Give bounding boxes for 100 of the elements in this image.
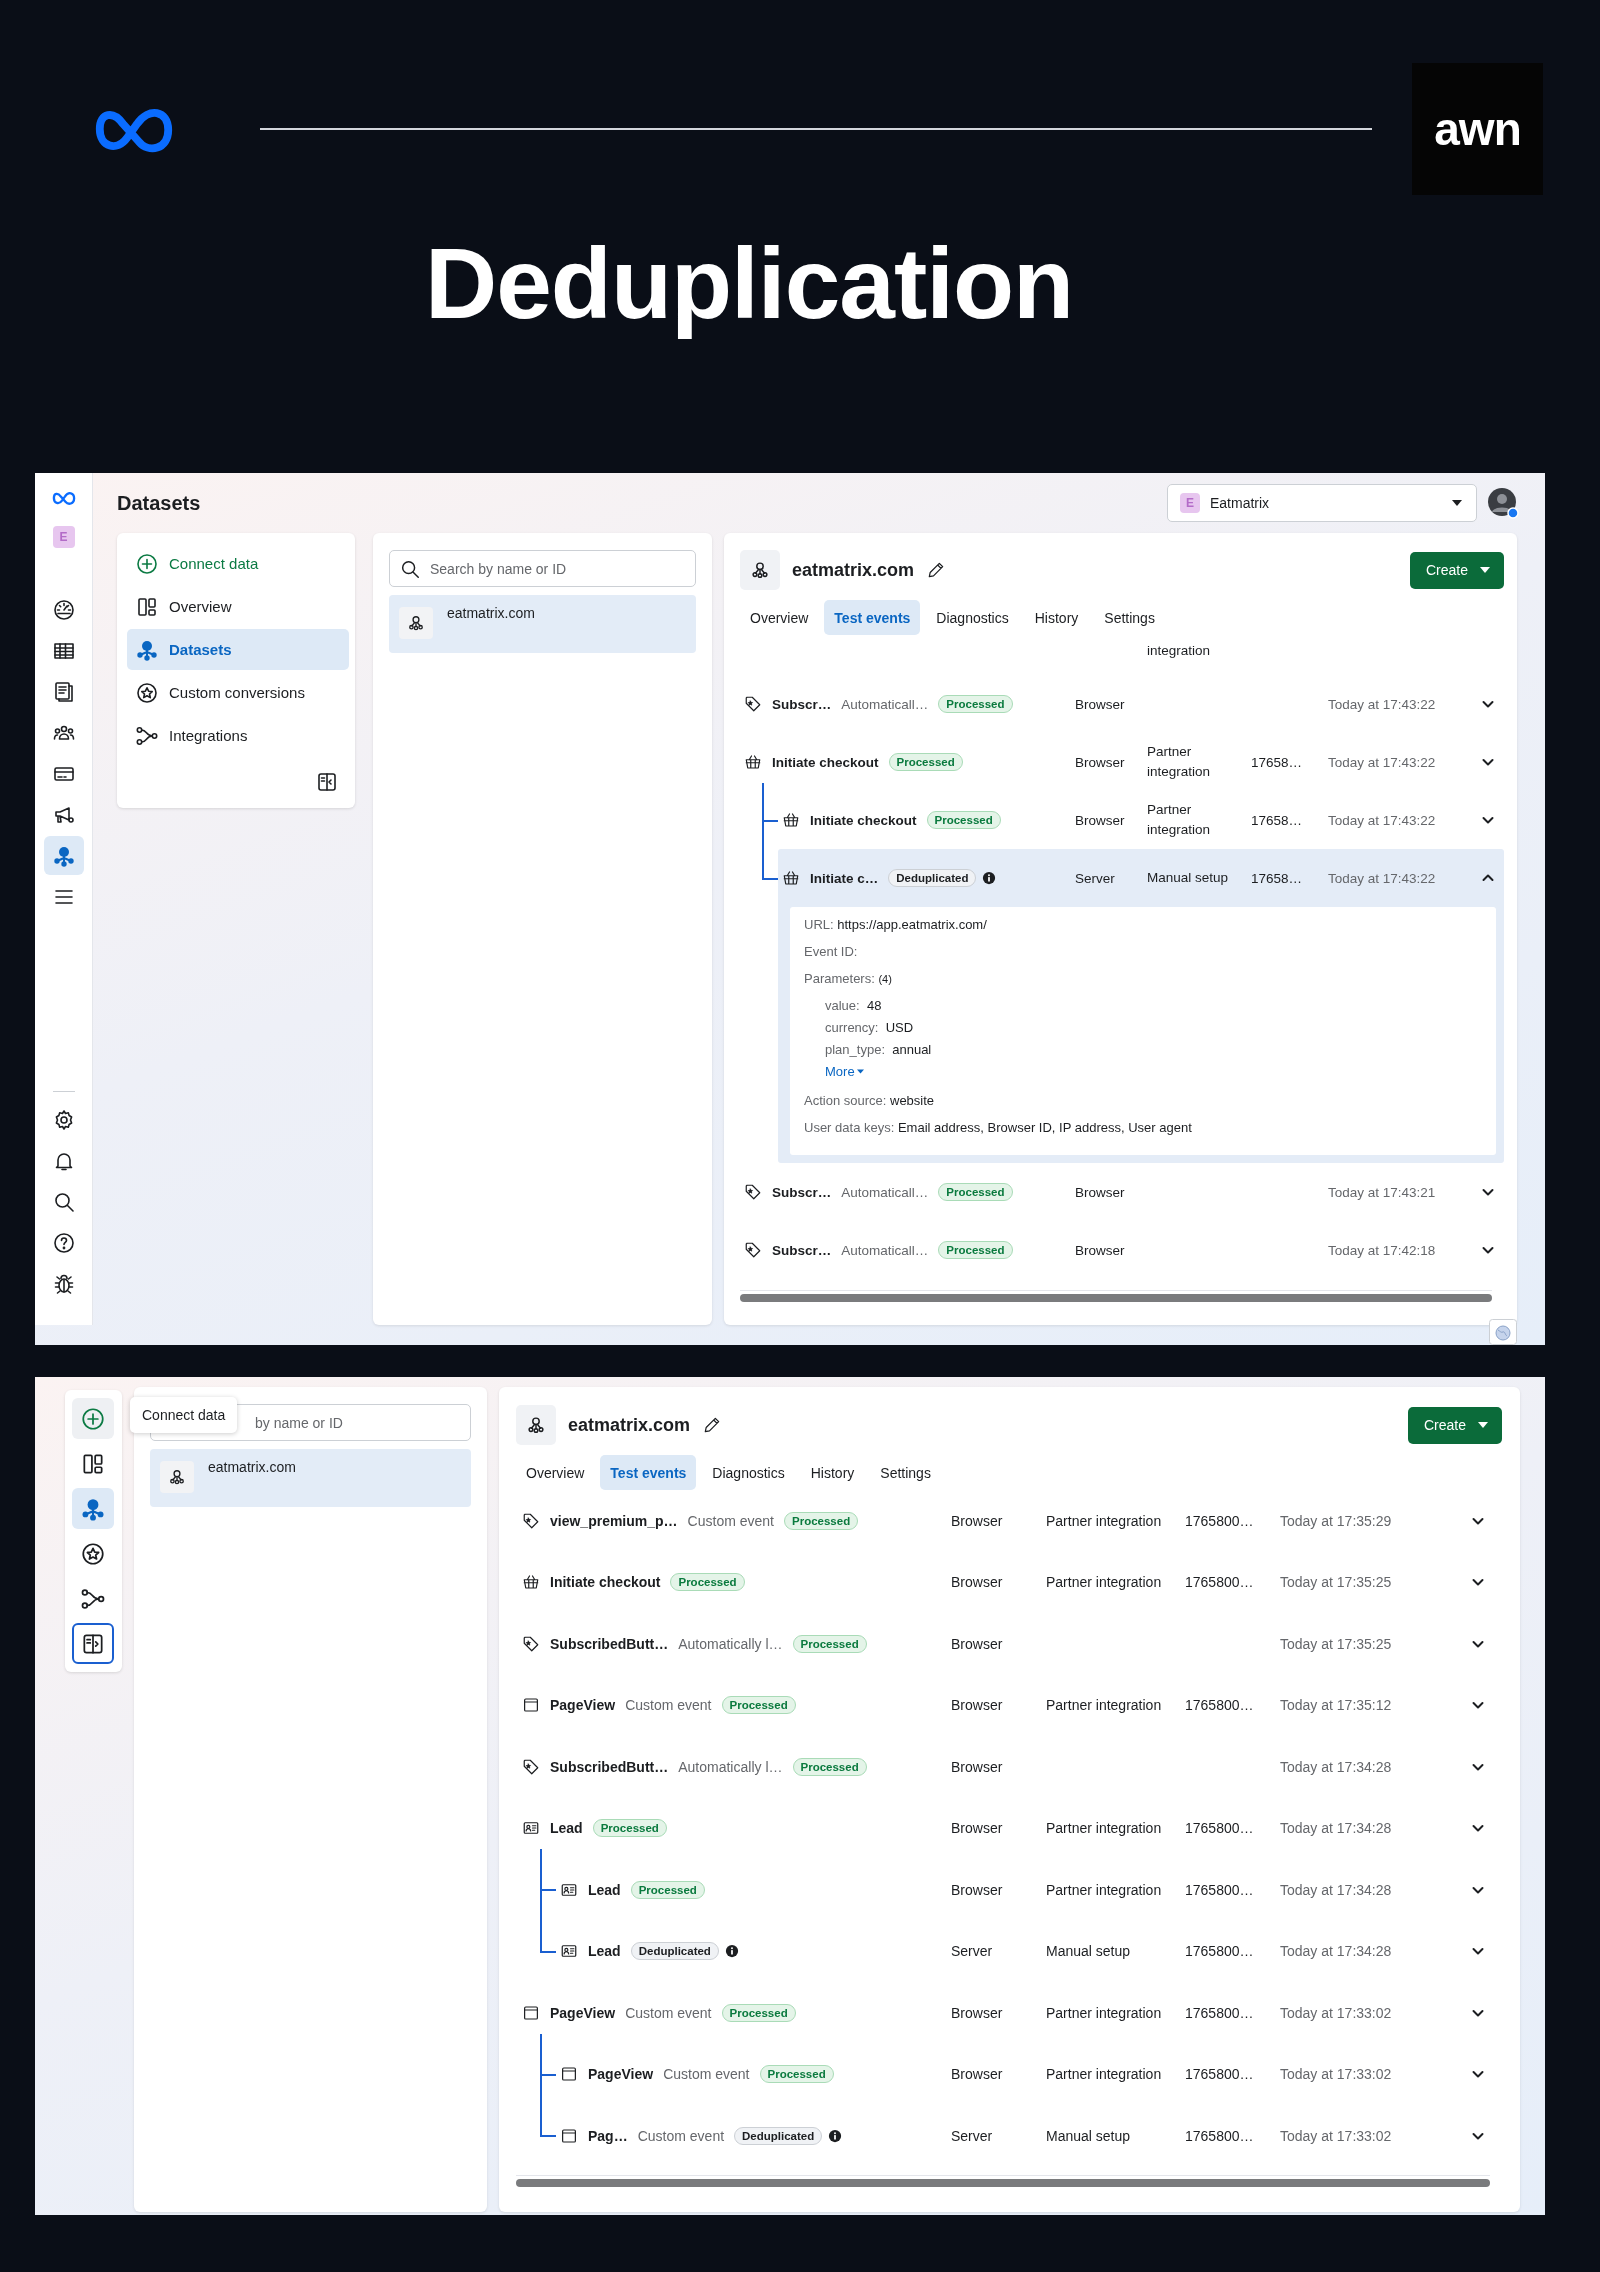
- dataset-item[interactable]: eatmatrix.com: [389, 595, 696, 653]
- logo-icon: [50, 490, 77, 506]
- avatar[interactable]: [1487, 487, 1519, 519]
- setup-text: integration: [1147, 642, 1212, 660]
- event-time: Today at 17:43:21: [1328, 1184, 1437, 1200]
- channel-text: Browser: [951, 2066, 1004, 2083]
- browser-window-icon: [560, 2065, 578, 2084]
- info-icon[interactable]: [828, 2128, 843, 2143]
- brand-logo: awn: [1412, 63, 1543, 195]
- tab[interactable]: History: [800, 1455, 865, 1490]
- event-time: Today at 17:34:28: [1280, 1758, 1393, 1775]
- event-type: Custom event: [625, 1697, 712, 1714]
- tab[interactable]: Overview: [516, 1455, 595, 1490]
- nav-item[interactable]: Overview: [127, 586, 349, 627]
- dataset-item[interactable]: eatmatrix.com: [150, 1449, 471, 1507]
- event-type: Custom event: [625, 2004, 712, 2021]
- status-badge: Processed: [938, 1183, 1013, 1201]
- plus-circle-icon: [135, 551, 159, 576]
- info-icon[interactable]: [724, 1944, 739, 1959]
- tab[interactable]: Settings: [1094, 600, 1165, 635]
- create-button[interactable]: Create: [1409, 551, 1504, 589]
- event-time: Today at 17:34:28: [1280, 1881, 1393, 1898]
- tab[interactable]: Test events: [600, 1455, 697, 1490]
- dataset-icon: [406, 613, 426, 633]
- event-id: 1765800…: [1185, 2066, 1254, 2083]
- event-time: Today at 17:43:22: [1328, 754, 1437, 770]
- event-name: view_premium_p…: [550, 1512, 678, 1529]
- tab[interactable]: Diagnostics: [702, 1455, 795, 1490]
- channel-text: Browser: [951, 1635, 1004, 1652]
- setup-text: Partner integration: [1046, 1820, 1162, 1837]
- info-icon[interactable]: [982, 871, 997, 885]
- event-name: Subscr…: [772, 1242, 832, 1258]
- tab[interactable]: Settings: [870, 1455, 941, 1490]
- channel-text: Browser: [1075, 1242, 1126, 1258]
- dataset-title: eatmatrix.com: [568, 1414, 691, 1436]
- event-time: Today at 17:34:28: [1280, 1943, 1393, 1960]
- event-time: Today at 17:33:02: [1280, 2066, 1393, 2083]
- event-time: Today at 17:35:12: [1280, 1697, 1393, 1714]
- detail-line: Event ID:: [804, 944, 859, 959]
- event-id: 17658…: [1251, 754, 1303, 770]
- channel-text: Browser: [951, 1758, 1004, 1775]
- caret-icon: [1478, 1422, 1488, 1428]
- event-time: Today at 17:43:22: [1328, 870, 1437, 886]
- status-badge: Processed: [721, 1696, 796, 1715]
- parameter-line: currency: USD: [825, 1020, 915, 1035]
- event-time: Today at 17:35:25: [1280, 1635, 1393, 1652]
- nav-item[interactable]: Datasets: [127, 629, 349, 670]
- tab[interactable]: Test events: [824, 600, 921, 635]
- channel-text: Browser: [951, 1820, 1004, 1837]
- status-badge: Processed: [938, 695, 1013, 713]
- panel-toggle-icon[interactable]: [315, 770, 339, 794]
- event-type: Automatically l…: [678, 1635, 783, 1652]
- scrollbar[interactable]: [740, 1290, 1492, 1305]
- event-time: Today at 17:33:02: [1280, 2127, 1393, 2144]
- create-button[interactable]: Create: [1407, 1406, 1502, 1444]
- event-name: SubscribedButt…: [550, 1758, 669, 1775]
- expand-button[interactable]: [72, 1623, 114, 1664]
- tag-icon: [744, 695, 762, 713]
- basket-icon: [744, 753, 762, 771]
- tag-icon: [522, 1634, 540, 1653]
- account-dropdown[interactable]: E Eatmatrix: [1167, 484, 1477, 522]
- channel-text: Browser: [1075, 696, 1126, 712]
- star-badge-icon: [80, 1540, 106, 1567]
- tag-icon: [522, 1511, 540, 1530]
- detail-line: User data keys: Email address, Browser ID, IP address, User agent: [804, 1120, 1193, 1135]
- tab[interactable]: Overview: [740, 600, 819, 635]
- channel-text: Server: [1075, 870, 1116, 886]
- event-name: Initiate c…: [810, 870, 879, 886]
- event-id: 17658…: [1251, 812, 1303, 828]
- page-heading: Deduplication: [424, 226, 1075, 341]
- event-id: 17658…: [1251, 870, 1303, 886]
- dataset-icon: [749, 559, 771, 581]
- status-badge: Processed: [792, 1757, 867, 1776]
- browser-window-icon: [522, 2003, 540, 2022]
- nav-item[interactable]: Connect data: [127, 543, 349, 584]
- detail-line: URL: https://app.eatmatrix.com/: [804, 917, 988, 932]
- event-type: Automatically l…: [678, 1758, 783, 1775]
- event-type: Custom event: [663, 2066, 750, 2083]
- channel-text: Browser: [951, 1574, 1004, 1591]
- tab[interactable]: History: [1024, 600, 1089, 635]
- dataset-icon: [525, 1414, 547, 1436]
- tab[interactable]: Diagnostics: [926, 600, 1019, 635]
- tag-icon: [744, 1241, 762, 1259]
- status-badge: Processed: [926, 811, 1001, 829]
- status-badge: Processed: [721, 2003, 796, 2022]
- status-badge: Processed: [592, 1819, 667, 1838]
- browser-window-icon: [560, 2126, 578, 2145]
- event-id: 1765800…: [1185, 1943, 1254, 1960]
- scrollbar[interactable]: [516, 2175, 1490, 2190]
- search-field[interactable]: Search by name or ID: [389, 550, 696, 587]
- event-id: 1765800…: [1185, 1820, 1254, 1837]
- more-link[interactable]: More: [825, 1064, 864, 1079]
- event-id: 1765800…: [1185, 1574, 1254, 1591]
- event-time: Today at 17:43:22: [1328, 696, 1437, 712]
- nav-item[interactable]: Custom conversions: [127, 672, 349, 713]
- setup-text: Manual setup: [1147, 870, 1229, 886]
- nav-item[interactable]: Integrations: [127, 715, 349, 756]
- search-icon: [399, 558, 421, 580]
- setup-text: Partner integration: [1046, 1574, 1162, 1591]
- event-time: Today at 17:35:29: [1280, 1512, 1393, 1529]
